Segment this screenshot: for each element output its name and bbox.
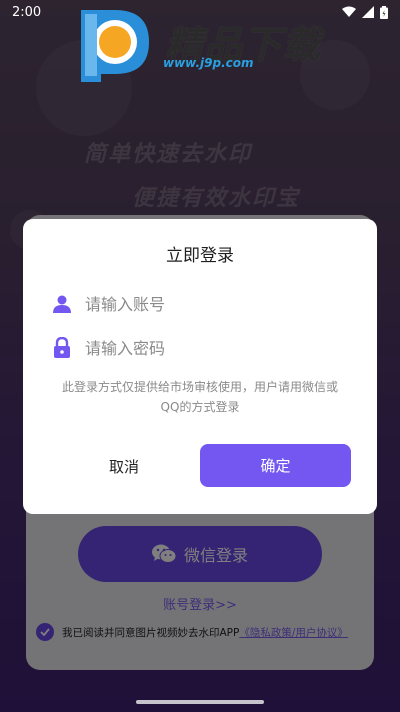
gesture-nav-bar[interactable]: [136, 700, 264, 704]
status-icons: [342, 5, 388, 19]
app-logo: 精品下载 www.j9p.com: [75, 4, 325, 82]
user-icon: [51, 293, 73, 315]
password-input[interactable]: [85, 338, 325, 358]
login-notice: 此登录方式仅提供给市场审核使用，用户请用微信或QQ的方式登录: [61, 380, 338, 414]
logo-url: www.j9p.com: [163, 56, 254, 70]
status-time: 2:00: [12, 4, 42, 20]
battery-icon: [380, 5, 388, 19]
dialog-title: 立即登录: [166, 246, 234, 266]
password-field: [51, 334, 351, 362]
account-field: [51, 290, 351, 318]
confirm-button[interactable]: 确定: [200, 444, 351, 487]
login-dialog: 立即登录 此登录方式仅提供给市场审核使用，用户请用微信或QQ的方式登录 取消 确…: [23, 219, 377, 514]
account-input[interactable]: [85, 294, 325, 314]
signal-icon: [362, 6, 374, 18]
lock-icon: [51, 337, 73, 359]
wifi-icon: [342, 6, 356, 17]
logo-mark-icon: [81, 10, 149, 82]
cancel-button[interactable]: 取消: [49, 445, 199, 487]
